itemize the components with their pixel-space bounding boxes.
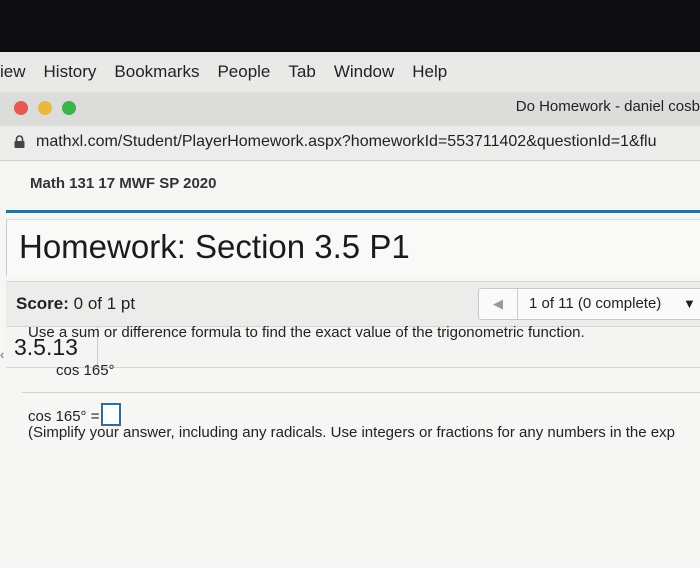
left-edge-marker: ‹	[0, 347, 5, 362]
previous-question-button[interactable]: ◀	[479, 289, 518, 319]
menu-view[interactable]: iew	[0, 62, 26, 82]
menu-people[interactable]: People	[217, 62, 270, 82]
chevron-left-icon: ◀	[493, 296, 503, 311]
question-prompt: Use a sum or difference formula to find …	[28, 324, 585, 341]
answer-hint: (Simplify your answer, including any rad…	[28, 424, 675, 441]
menu-history[interactable]: History	[44, 62, 97, 82]
question-position[interactable]: 1 of 11 (0 complete)	[529, 295, 661, 312]
minimize-window-button[interactable]	[38, 101, 52, 115]
address-bar[interactable]: mathxl.com/Student/PlayerHomework.aspx?h…	[0, 126, 700, 161]
lock-icon	[14, 135, 25, 148]
dropdown-caret-icon[interactable]: ▼	[683, 296, 696, 311]
screen: iew History Bookmarks People Tab Window …	[0, 52, 700, 568]
question-divider	[22, 392, 700, 393]
question-expression: cos 165°	[56, 362, 115, 379]
menu-bar: iew History Bookmarks People Tab Window …	[0, 52, 700, 93]
answer-input[interactable]	[101, 403, 122, 426]
header-divider	[6, 210, 700, 213]
answer-prefix: cos 165° =	[28, 408, 100, 425]
browser-tab-title[interactable]: Do Homework - daniel cosb	[516, 98, 700, 115]
question-navigator[interactable]: ◀ 1 of 11 (0 complete) ▼	[478, 288, 700, 320]
score-row: Score: 0 of 1 pt ◀ 1 of 11 (0 complete) …	[6, 281, 700, 327]
menu-window[interactable]: Window	[334, 62, 394, 82]
score-label: Score:	[16, 294, 69, 313]
score-value: 0 of 1 pt	[73, 294, 136, 313]
close-window-button[interactable]	[14, 101, 28, 115]
menu-tab[interactable]: Tab	[288, 62, 315, 82]
url-text[interactable]: mathxl.com/Student/PlayerHomework.aspx?h…	[36, 133, 657, 151]
answer-line: cos 165° =	[28, 403, 122, 426]
menu-bookmarks[interactable]: Bookmarks	[114, 62, 199, 82]
page-title: Homework: Section 3.5 P1	[19, 228, 410, 265]
homework-header: Homework: Section 3.5 P1	[6, 219, 700, 276]
score-text: Score: 0 of 1 pt	[16, 294, 135, 314]
zoom-window-button[interactable]	[62, 101, 76, 115]
course-name: Math 131 17 MWF SP 2020	[30, 175, 217, 192]
menu-help[interactable]: Help	[412, 62, 447, 82]
